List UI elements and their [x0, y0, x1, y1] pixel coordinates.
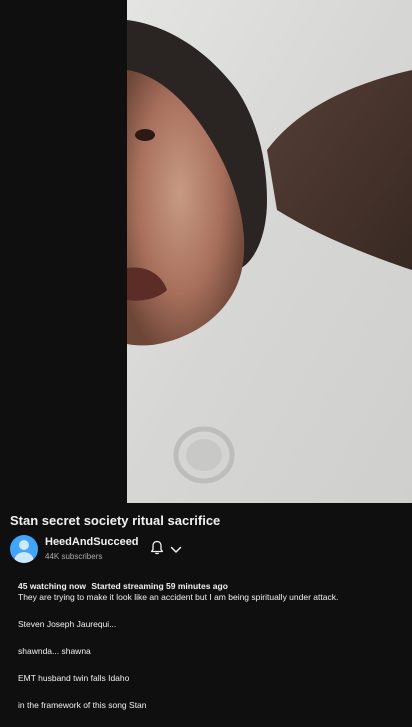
chevron-down-icon	[170, 541, 182, 559]
notification-bell-button[interactable]	[150, 539, 192, 561]
video-player[interactable]	[0, 0, 412, 503]
description-line: in the framework of this song Stan	[18, 700, 147, 710]
person-avatar-icon[interactable]	[10, 535, 38, 563]
channel-name[interactable]: HeedAndSucceed	[45, 535, 139, 549]
watch-page: Stan secret society ritual sacrifice Hee…	[0, 0, 412, 727]
watching-count: 45 watching now	[18, 581, 87, 591]
channel-row: HeedAndSucceed 44K subscribers	[10, 534, 402, 566]
video-title: Stan secret society ritual sacrifice	[10, 513, 221, 528]
video-frame-image	[127, 0, 412, 503]
description-meta: 45 watching now Started streaming 59 min…	[18, 581, 398, 592]
description-line: shawnda... shawna	[18, 646, 91, 656]
description-line: EMT husband twin falls Idaho	[18, 673, 130, 683]
avatar-head	[19, 540, 29, 550]
description-line: They are trying to make it look like an …	[18, 592, 339, 602]
subscriber-count: 44K subscribers	[45, 552, 103, 561]
avatar-body	[14, 552, 34, 563]
stream-start-time: Started streaming 59 minutes ago	[91, 581, 228, 591]
video-frame[interactable]	[127, 0, 412, 503]
description-line: Steven Joseph Jaurequi...	[18, 619, 117, 629]
bell-icon	[150, 540, 164, 560]
video-description[interactable]: 45 watching now Started streaming 59 min…	[18, 581, 398, 711]
